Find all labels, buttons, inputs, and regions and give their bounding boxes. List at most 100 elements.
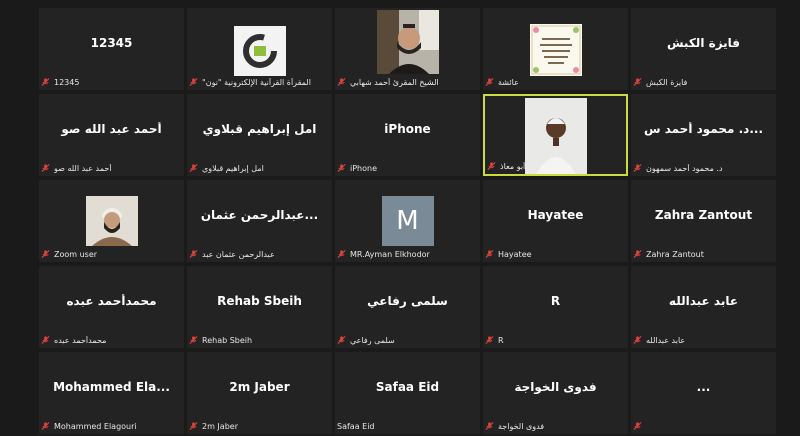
participant-tile[interactable]: ... — [631, 352, 776, 434]
participant-display-name: فدوى الخواجة — [514, 380, 597, 394]
participant-label: Zahra Zantout — [633, 249, 704, 259]
participant-name: الشيخ المقرئ أحمد شهابي — [350, 77, 439, 87]
participant-tile[interactable]: Zoom user — [39, 180, 184, 262]
participant-tile[interactable]: امل إبراهيم قبلاوي امل إبراهيم قبلاوي — [187, 94, 332, 176]
muted-mic-icon — [633, 164, 642, 172]
participant-name: Rehab Sbeih — [202, 335, 253, 345]
participant-display-name: Hayatee — [527, 208, 584, 222]
profile-picture — [376, 10, 439, 74]
participant-name: سلمى رفاعي — [350, 335, 395, 345]
participant-display-name: أحمد عبد الله صو — [61, 122, 162, 136]
active-speaker-tile[interactable]: أبو معاذ — [483, 94, 628, 176]
participant-tile[interactable]: عبدالرحمن عثمان... عبدالرحمن عثمان عبد — [187, 180, 332, 262]
participant-label: عبدالرحمن عثمان عبد — [189, 249, 275, 259]
participant-label: عائشة — [485, 77, 519, 87]
participant-tile[interactable]: "المقرأة القرآنية الإلكترونية "نون — [187, 8, 332, 90]
participant-label: 2m Jaber — [189, 421, 238, 431]
participant-tile[interactable]: iPhone iPhone — [335, 94, 480, 176]
participant-name: Safaa Eid — [337, 422, 375, 431]
participant-tile[interactable]: أحمد عبد الله صو أحمد عبد الله صو — [39, 94, 184, 176]
person-photo-icon — [376, 10, 439, 74]
participant-display-name: فايزة الكبش — [666, 36, 741, 50]
participant-label: Rehab Sbeih — [189, 335, 252, 345]
participant-tile[interactable]: سلمى رفاعي سلمى رفاعي — [335, 266, 480, 348]
muted-mic-icon — [41, 336, 50, 344]
participant-tile[interactable]: عابد عبدالله عابد عبدالله — [631, 266, 776, 348]
participant-tile[interactable]: محمدأحمد عبده محمدأحمد عبده — [39, 266, 184, 348]
person-video-icon — [524, 98, 587, 174]
participant-tile[interactable]: الشيخ المقرئ أحمد شهابي — [335, 8, 480, 90]
participant-tile[interactable]: فايزة الكبش فايزة الكبش — [631, 8, 776, 90]
muted-mic-icon — [189, 336, 198, 344]
participant-label: "المقرأة القرآنية الإلكترونية "نون — [189, 77, 311, 87]
participant-name: iPhone — [350, 163, 378, 173]
participant-label: Safaa Eid — [337, 422, 375, 431]
participant-label: د. محمود أحمد سمهون — [633, 163, 723, 173]
participant-label: فدوى الخواجة — [485, 421, 544, 431]
participant-name: R — [498, 335, 504, 345]
muted-mic-icon — [485, 250, 494, 258]
participant-label: 12345 — [41, 77, 79, 87]
participant-tile[interactable]: 12345 12345 — [39, 8, 184, 90]
participant-label — [633, 421, 646, 431]
floral-card-icon — [531, 25, 580, 75]
participant-name: أحمد عبد الله صو — [54, 163, 112, 173]
participant-display-name: 2m Jaber — [229, 380, 290, 394]
initial-avatar: M — [381, 196, 434, 246]
profile-picture — [233, 26, 286, 76]
participant-name: Hayatee — [498, 249, 532, 259]
participant-label: Hayatee — [485, 249, 532, 259]
participant-name: د. محمود أحمد سمهون — [646, 163, 723, 173]
participant-tile[interactable]: 2m Jaber 2m Jaber — [187, 352, 332, 434]
participant-name: Zahra Zantout — [646, 249, 704, 259]
participant-tile[interactable]: Mohammed Ela... Mohammed Elagouri — [39, 352, 184, 434]
participant-tile[interactable]: د. محمود أحمد س... د. محمود أحمد سمهون — [631, 94, 776, 176]
participant-display-name: د. محمود أحمد س... — [643, 122, 764, 136]
participant-tile[interactable]: Rehab Sbeih Rehab Sbeih — [187, 266, 332, 348]
participant-name: امل إبراهيم قبلاوي — [202, 163, 264, 173]
muted-mic-icon — [189, 250, 198, 258]
participant-label: R — [485, 335, 504, 345]
participant-tile[interactable]: M MR.Ayman Elkhodor — [335, 180, 480, 262]
participant-name: فدوى الخواجة — [498, 421, 545, 431]
participant-label: iPhone — [337, 163, 377, 173]
participant-tile[interactable]: Safaa Eid Safaa Eid — [335, 352, 480, 434]
muted-mic-icon — [633, 336, 642, 344]
participant-name: Mohammed Elagouri — [54, 421, 137, 431]
participant-name: عابد عبدالله — [646, 335, 686, 345]
participant-tile[interactable]: R R — [483, 266, 628, 348]
muted-mic-icon — [41, 422, 50, 430]
participant-tile[interactable]: Hayatee Hayatee — [483, 180, 628, 262]
participant-name: Zoom user — [54, 249, 98, 259]
participant-name: "المقرأة القرآنية الإلكترونية "نون — [202, 77, 311, 87]
participant-tile[interactable]: Zahra Zantout Zahra Zantout — [631, 180, 776, 262]
participant-tile[interactable]: فدوى الخواجة فدوى الخواجة — [483, 352, 628, 434]
participant-name: 2m Jaber — [202, 421, 238, 431]
participant-display-name: امل إبراهيم قبلاوي — [202, 122, 317, 136]
muted-mic-icon — [337, 336, 346, 344]
participant-name: 12345 — [54, 77, 80, 87]
noon-logo-icon — [242, 34, 277, 68]
muted-mic-icon — [41, 164, 50, 172]
participant-label: عابد عبدالله — [633, 335, 685, 345]
participant-tile[interactable]: عائشة — [483, 8, 628, 90]
muted-mic-icon — [633, 78, 642, 86]
muted-mic-icon — [41, 78, 50, 86]
person-photo-icon — [85, 196, 138, 246]
muted-mic-icon — [485, 336, 494, 344]
profile-picture — [529, 24, 582, 76]
muted-mic-icon — [41, 250, 50, 258]
participant-label: الشيخ المقرئ أحمد شهابي — [337, 77, 439, 87]
muted-mic-icon — [189, 164, 198, 172]
participant-display-name: عبدالرحمن عثمان... — [200, 208, 319, 222]
participant-display-name: Mohammed Ela... — [53, 380, 170, 394]
participant-display-name: 12345 — [90, 36, 133, 50]
muted-mic-icon — [189, 422, 198, 430]
participant-label: Zoom user — [41, 249, 97, 259]
participant-label: محمدأحمد عبده — [41, 335, 106, 345]
muted-mic-icon — [487, 162, 496, 170]
muted-mic-icon — [633, 422, 642, 430]
gallery-grid: 12345 12345 "المقرأة القرآنية الإلكتروني… — [0, 0, 800, 436]
participant-label: أحمد عبد الله صو — [41, 163, 112, 173]
participant-display-name: Rehab Sbeih — [217, 294, 302, 308]
